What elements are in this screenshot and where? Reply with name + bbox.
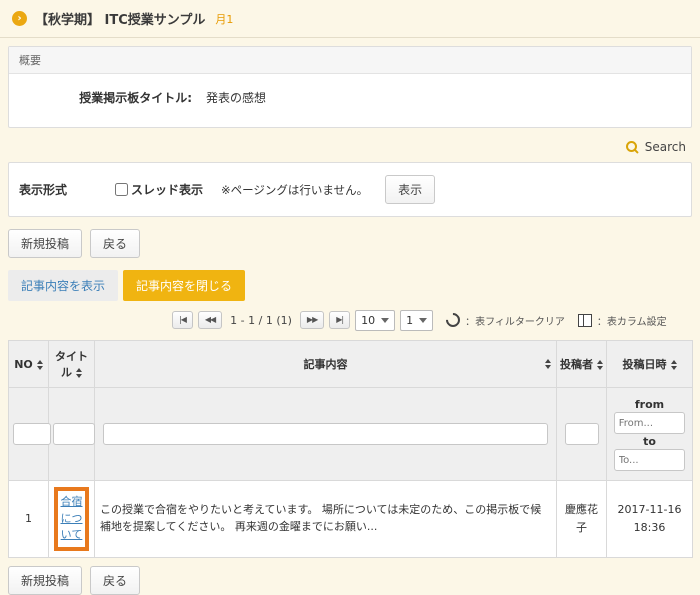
table-filter-row: from to [9,388,693,481]
column-header-content[interactable]: 記事内容 [95,341,557,388]
first-page-button[interactable]: |◀ [172,311,193,329]
page-title: 【秋学期】 ITC授業サンプル [35,9,205,28]
cell-no: 1 [9,481,49,558]
table-header-row: NO タイトル 記事内容 投稿者 投稿日時 [9,341,693,388]
show-button[interactable]: 表示 [385,175,435,204]
column-config-icon[interactable] [578,314,592,327]
cell-title: 合宿について [49,481,95,558]
cell-content: この授業で合宿をやりたいと考えています。 場所については未定のため、この掲示板で… [95,481,557,558]
column-header-posted-at[interactable]: 投稿日時 [607,341,693,388]
overview-panel: 概要 授業掲示板タイトル: 発表の感想 [8,46,692,128]
page-range-text: 1 - 1 / 1 (1) [230,314,292,327]
chevron-down-icon [381,318,389,323]
cell-author: 慶應花子 [557,481,607,558]
page-size-select[interactable]: 10 [355,310,395,331]
page-number-select[interactable]: 1 [400,310,433,331]
filter-date-to-input[interactable] [614,449,686,471]
page-size-value: 10 [361,314,375,327]
sort-icon[interactable] [545,359,551,369]
column-header-author[interactable]: 投稿者 [557,341,607,388]
filter-author-input[interactable] [565,423,599,445]
sort-icon[interactable] [37,360,43,370]
breadcrumb-arrow-icon: › [12,11,27,26]
highlight-annotation-box: 合宿について [54,487,89,551]
filter-clear-icon[interactable] [443,310,463,330]
post-title-link[interactable]: 合宿について [61,495,83,541]
display-format-label: 表示形式 [19,181,115,198]
column-config-label: ：表カラム設定 [597,313,667,328]
paging-note: ※ページングは行いません。 [221,182,368,198]
sort-icon[interactable] [671,360,677,370]
top-action-buttons: 新規投稿 戻る [8,229,692,258]
back-button-bottom[interactable]: 戻る [90,566,140,595]
board-title-label: 授業掲示板タイトル: [9,89,192,106]
filter-date-to-label: to [611,435,688,448]
overview-panel-body: 授業掲示板タイトル: 発表の感想 [9,74,691,127]
filter-title-input[interactable] [53,423,95,445]
post-time: 18:36 [612,519,687,537]
filter-date-from-label: from [611,398,688,411]
thread-view-checkbox[interactable] [115,183,128,196]
overview-panel-title: 概要 [9,47,691,74]
tab-show-content[interactable]: 記事内容を表示 [8,270,118,301]
new-post-button-top[interactable]: 新規投稿 [8,229,82,258]
content-tabs: 記事内容を表示 記事内容を閉じる [8,270,692,301]
prev-page-button[interactable]: ◀◀ [198,311,222,329]
board-title-value: 発表の感想 [206,89,266,106]
column-header-posted-at-label: 投稿日時 [623,358,667,371]
filter-date-from-input[interactable] [614,412,686,434]
page-header: › 【秋学期】 ITC授業サンプル 月1 [0,0,700,38]
back-button-top[interactable]: 戻る [90,229,140,258]
filter-no-input[interactable] [13,423,51,445]
column-header-title-label: タイトル [55,350,88,379]
column-header-no[interactable]: NO [9,341,49,388]
filter-content-input[interactable] [103,423,548,445]
column-header-content-label: 記事内容 [304,358,348,371]
post-author-text: 慶應花子 [562,501,601,536]
new-post-button-bottom[interactable]: 新規投稿 [8,566,82,595]
post-content-text: この授業で合宿をやりたいと考えています。 場所については未定のため、この掲示板で… [100,503,541,533]
column-header-author-label: 投稿者 [560,358,593,371]
search-toggle[interactable]: Search [14,138,686,156]
column-header-no-label: NO [14,358,33,371]
chevron-down-icon [419,318,427,323]
page-number-value: 1 [406,314,413,327]
term-badge: 月1 [215,11,233,27]
post-date: 2017-11-16 [612,501,687,519]
filter-clear-label: ：表フィルタークリア [465,313,565,328]
posts-table: NO タイトル 記事内容 投稿者 投稿日時 from to [8,340,693,558]
next-page-button[interactable]: ▶▶ [300,311,324,329]
last-page-button[interactable]: ▶| [329,311,350,329]
display-format-panel: 表示形式 スレッド表示 ※ページングは行いません。 表示 [8,162,692,217]
thread-view-label[interactable]: スレッド表示 [131,181,203,198]
column-header-title[interactable]: タイトル [49,341,95,388]
cell-posted-at: 2017-11-16 18:36 [607,481,693,558]
bottom-action-buttons: 新規投稿 戻る [8,566,692,595]
search-label: Search [645,140,686,154]
sort-icon[interactable] [597,360,603,370]
search-icon [626,141,639,154]
table-row: 1 合宿について この授業で合宿をやりたいと考えています。 場所については未定の… [9,481,693,558]
sort-icon[interactable] [76,368,82,378]
tab-close-content[interactable]: 記事内容を閉じる [123,270,245,301]
pagination-bar: |◀ ◀◀ 1 - 1 / 1 (1) ▶▶ ▶| 10 1 ：表フィルタークリ… [172,308,692,332]
